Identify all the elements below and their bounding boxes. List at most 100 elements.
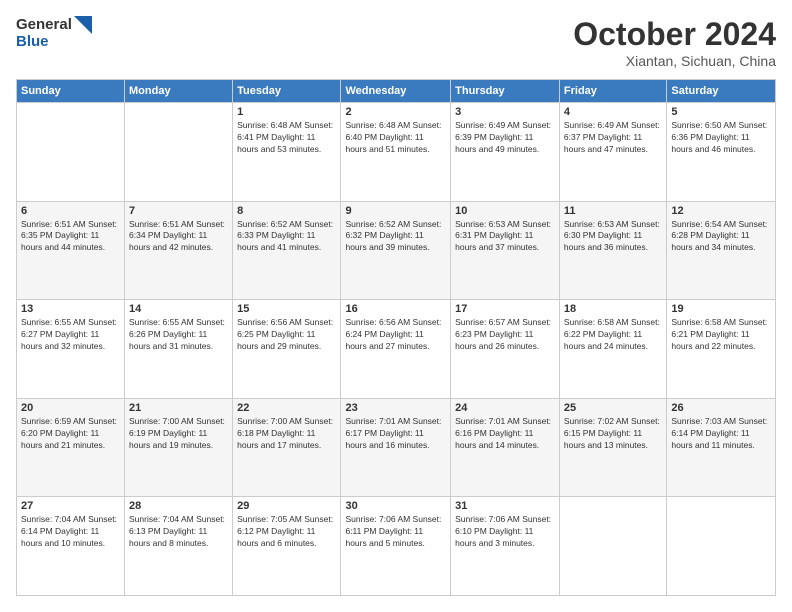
day-info: Sunrise: 6:57 AM Sunset: 6:23 PM Dayligh…	[455, 317, 555, 353]
day-number: 15	[237, 303, 336, 315]
day-number: 23	[345, 402, 446, 414]
calendar-cell	[17, 103, 125, 202]
calendar-cell: 28 Sunrise: 7:04 AM Sunset: 6:13 PM Dayli…	[125, 497, 233, 596]
day-info: Sunrise: 7:00 AM Sunset: 6:19 PM Dayligh…	[129, 416, 228, 452]
day-number: 10	[455, 205, 555, 217]
day-number: 16	[345, 303, 446, 315]
calendar-cell: 13 Sunrise: 6:55 AM Sunset: 6:27 PM Dayli…	[17, 300, 125, 399]
calendar-cell: 26 Sunrise: 7:03 AM Sunset: 6:14 PM Dayli…	[667, 398, 776, 497]
day-number: 19	[671, 303, 771, 315]
day-info: Sunrise: 7:02 AM Sunset: 6:15 PM Dayligh…	[564, 416, 662, 452]
day-number: 9	[345, 205, 446, 217]
calendar-header-tuesday: Tuesday	[233, 80, 341, 103]
day-info: Sunrise: 7:04 AM Sunset: 6:14 PM Dayligh…	[21, 514, 120, 550]
day-info: Sunrise: 6:56 AM Sunset: 6:24 PM Dayligh…	[345, 317, 446, 353]
day-info: Sunrise: 6:55 AM Sunset: 6:26 PM Dayligh…	[129, 317, 228, 353]
day-info: Sunrise: 6:53 AM Sunset: 6:30 PM Dayligh…	[564, 219, 662, 255]
calendar-header-friday: Friday	[559, 80, 666, 103]
day-number: 12	[671, 205, 771, 217]
calendar-header-saturday: Saturday	[667, 80, 776, 103]
calendar-cell: 5 Sunrise: 6:50 AM Sunset: 6:36 PM Daylig…	[667, 103, 776, 202]
day-info: Sunrise: 6:58 AM Sunset: 6:21 PM Dayligh…	[671, 317, 771, 353]
month-title: October 2024	[573, 16, 776, 53]
calendar-cell: 18Sunrise: 6:58 AM Sunset: 6:22 PM Dayli…	[559, 300, 666, 399]
day-info: Sunrise: 6:54 AM Sunset: 6:28 PM Dayligh…	[671, 219, 771, 255]
day-info: Sunrise: 6:52 AM Sunset: 6:33 PM Dayligh…	[237, 219, 336, 255]
day-info: Sunrise: 6:55 AM Sunset: 6:27 PM Dayligh…	[21, 317, 120, 353]
title-block: October 2024 Xiantan, Sichuan, China	[573, 16, 776, 69]
calendar-cell: 1Sunrise: 6:48 AM Sunset: 6:41 PM Daylig…	[233, 103, 341, 202]
calendar-header-monday: Monday	[125, 80, 233, 103]
day-info: Sunrise: 7:00 AM Sunset: 6:18 PM Dayligh…	[237, 416, 336, 452]
day-number: 13	[21, 303, 120, 315]
day-number: 14	[129, 303, 228, 315]
calendar-cell: 22 Sunrise: 7:00 AM Sunset: 6:18 PM Dayli…	[233, 398, 341, 497]
calendar-header-sunday: Sunday	[17, 80, 125, 103]
calendar-cell: 3 Sunrise: 6:49 AM Sunset: 6:39 PM Daylig…	[451, 103, 560, 202]
calendar-cell: 23 Sunrise: 7:01 AM Sunset: 6:17 PM Dayli…	[341, 398, 451, 497]
day-number: 20	[21, 402, 120, 414]
day-number: 2	[345, 106, 446, 118]
day-number: 24	[455, 402, 555, 414]
calendar-cell: 21 Sunrise: 7:00 AM Sunset: 6:19 PM Dayli…	[125, 398, 233, 497]
day-info: Sunrise: 6:51 AM Sunset: 6:35 PM Dayligh…	[21, 219, 120, 255]
calendar-cell: 15 Sunrise: 6:56 AM Sunset: 6:25 PM Dayli…	[233, 300, 341, 399]
calendar-cell	[667, 497, 776, 596]
day-info: Sunrise: 6:51 AM Sunset: 6:34 PM Dayligh…	[129, 219, 228, 255]
day-number: 26	[671, 402, 771, 414]
day-number: 28	[129, 500, 228, 512]
day-info: Sunrise: 6:53 AM Sunset: 6:31 PM Dayligh…	[455, 219, 555, 255]
day-info: Sunrise: 6:48 AM Sunset: 6:40 PM Dayligh…	[345, 120, 446, 156]
day-info: Sunrise: 6:49 AM Sunset: 6:39 PM Dayligh…	[455, 120, 555, 156]
day-number: 3	[455, 106, 555, 118]
day-number: 8	[237, 205, 336, 217]
calendar-table: SundayMondayTuesdayWednesdayThursdayFrid…	[16, 79, 776, 596]
calendar-cell	[125, 103, 233, 202]
calendar-cell: 14 Sunrise: 6:55 AM Sunset: 6:26 PM Dayli…	[125, 300, 233, 399]
day-number: 6	[21, 205, 120, 217]
day-number: 11	[564, 205, 662, 217]
day-info: Sunrise: 7:04 AM Sunset: 6:13 PM Dayligh…	[129, 514, 228, 550]
day-number: 4	[564, 106, 662, 118]
day-number: 31	[455, 500, 555, 512]
day-number: 30	[345, 500, 446, 512]
calendar-cell: 10 Sunrise: 6:53 AM Sunset: 6:31 PM Dayli…	[451, 201, 560, 300]
day-number: 18	[564, 303, 662, 315]
day-info: Sunrise: 6:59 AM Sunset: 6:20 PM Dayligh…	[21, 416, 120, 452]
calendar-cell	[559, 497, 666, 596]
day-number: 25	[564, 402, 662, 414]
calendar-cell: 4 Sunrise: 6:49 AM Sunset: 6:37 PM Daylig…	[559, 103, 666, 202]
calendar-cell: 30Sunrise: 7:06 AM Sunset: 6:11 PM Dayli…	[341, 497, 451, 596]
day-number: 21	[129, 402, 228, 414]
calendar-cell: 29Sunrise: 7:05 AM Sunset: 6:12 PM Dayli…	[233, 497, 341, 596]
day-info: Sunrise: 7:03 AM Sunset: 6:14 PM Dayligh…	[671, 416, 771, 452]
day-info: Sunrise: 7:01 AM Sunset: 6:16 PM Dayligh…	[455, 416, 555, 452]
day-info: Sunrise: 6:50 AM Sunset: 6:36 PM Dayligh…	[671, 120, 771, 156]
day-number: 17	[455, 303, 555, 315]
calendar-cell: 17 Sunrise: 6:57 AM Sunset: 6:23 PM Dayli…	[451, 300, 560, 399]
day-number: 22	[237, 402, 336, 414]
logo: General Blue	[16, 16, 92, 51]
day-number: 1	[237, 106, 336, 118]
logo-blue: Blue	[16, 34, 49, 51]
day-number: 29	[237, 500, 336, 512]
calendar-header-thursday: Thursday	[451, 80, 560, 103]
day-number: 5	[671, 106, 771, 118]
day-number: 27	[21, 500, 120, 512]
calendar-cell: 24 Sunrise: 7:01 AM Sunset: 6:16 PM Dayli…	[451, 398, 560, 497]
day-info: Sunrise: 6:49 AM Sunset: 6:37 PM Dayligh…	[564, 120, 662, 156]
calendar-cell: 19 Sunrise: 6:58 AM Sunset: 6:21 PM Dayli…	[667, 300, 776, 399]
calendar-cell: 9Sunrise: 6:52 AM Sunset: 6:32 PM Daylig…	[341, 201, 451, 300]
calendar-cell: 2 Sunrise: 6:48 AM Sunset: 6:40 PM Daylig…	[341, 103, 451, 202]
calendar-header-wednesday: Wednesday	[341, 80, 451, 103]
calendar-cell: 27 Sunrise: 7:04 AM Sunset: 6:14 PM Dayli…	[17, 497, 125, 596]
calendar-cell: 25 Sunrise: 7:02 AM Sunset: 6:15 PM Dayli…	[559, 398, 666, 497]
logo-arrow-icon	[74, 16, 92, 34]
calendar-cell: 6 Sunrise: 6:51 AM Sunset: 6:35 PM Daylig…	[17, 201, 125, 300]
day-info: Sunrise: 6:56 AM Sunset: 6:25 PM Dayligh…	[237, 317, 336, 353]
day-info: Sunrise: 7:01 AM Sunset: 6:17 PM Dayligh…	[345, 416, 446, 452]
calendar-cell: 7 Sunrise: 6:51 AM Sunset: 6:34 PM Daylig…	[125, 201, 233, 300]
calendar-cell: 16 Sunrise: 6:56 AM Sunset: 6:24 PM Dayli…	[341, 300, 451, 399]
calendar-cell: 20 Sunrise: 6:59 AM Sunset: 6:20 PM Dayli…	[17, 398, 125, 497]
day-number: 7	[129, 205, 228, 217]
